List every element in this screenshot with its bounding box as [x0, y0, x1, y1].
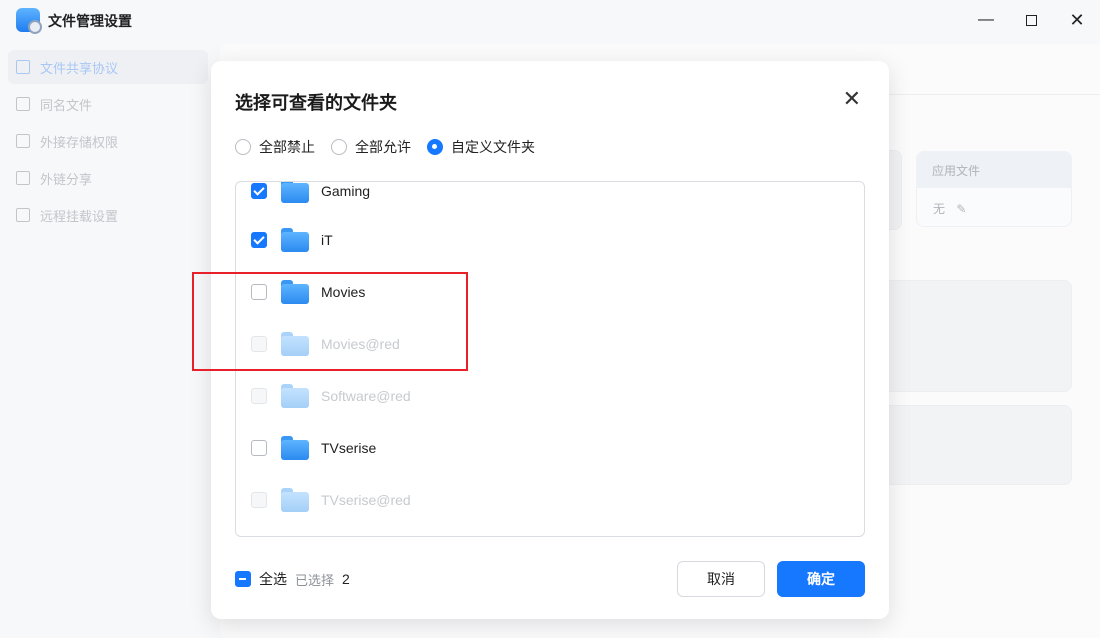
- radio-circle[interactable]: [331, 139, 347, 155]
- selected-label: 已选择: [295, 572, 335, 588]
- dialog-title: 选择可查看的文件夹: [235, 93, 397, 113]
- folder-name: iT: [321, 232, 333, 248]
- select-all-label: 全选: [259, 571, 287, 587]
- radio-label: 自定义文件夹: [451, 139, 535, 155]
- select-all-control[interactable]: 全选 已选择 2: [235, 569, 350, 589]
- folder-row-tvserise-red: TVserise@red: [236, 474, 864, 526]
- cancel-button[interactable]: 取消: [677, 561, 765, 597]
- annotation-highlight-box: [192, 272, 468, 371]
- radio-allow-all[interactable]: 全部允许: [331, 137, 411, 157]
- close-icon[interactable]: ✕: [843, 87, 861, 111]
- folder-checkbox-disabled: [251, 492, 267, 508]
- folder-row-it[interactable]: iT: [236, 214, 864, 266]
- radio-deny-all[interactable]: 全部禁止: [235, 137, 315, 157]
- radio-custom-folders[interactable]: 自定义文件夹: [427, 137, 535, 157]
- radio-label: 全部禁止: [259, 139, 315, 155]
- folder-name: Gaming: [321, 183, 371, 199]
- folder-checkbox[interactable]: [251, 232, 267, 248]
- selected-count: 2: [342, 571, 350, 587]
- folder-row-software-red: Software@red: [236, 370, 864, 422]
- folder-icon: [281, 228, 309, 252]
- folder-icon: [281, 488, 309, 512]
- folder-name: TVserise: [321, 440, 377, 456]
- radio-circle[interactable]: [427, 139, 443, 155]
- folder-name: TVserise@red: [321, 492, 411, 508]
- select-all-checkbox[interactable]: [235, 571, 251, 587]
- folder-checkbox-disabled: [251, 388, 267, 404]
- folder-icon: [281, 182, 309, 203]
- folder-row-tvserise[interactable]: TVserise: [236, 422, 864, 474]
- folder-icon: [281, 384, 309, 408]
- confirm-button[interactable]: 确定: [777, 561, 865, 597]
- folder-icon: [281, 436, 309, 460]
- folder-checkbox[interactable]: [251, 440, 267, 456]
- folder-checkbox[interactable]: [251, 183, 267, 199]
- folder-name: Software@red: [321, 388, 411, 404]
- permission-radio-group: 全部禁止 全部允许 自定义文件夹: [235, 137, 551, 157]
- radio-label: 全部允许: [355, 139, 411, 155]
- folder-row-gaming[interactable]: Gaming: [236, 182, 864, 217]
- radio-circle[interactable]: [235, 139, 251, 155]
